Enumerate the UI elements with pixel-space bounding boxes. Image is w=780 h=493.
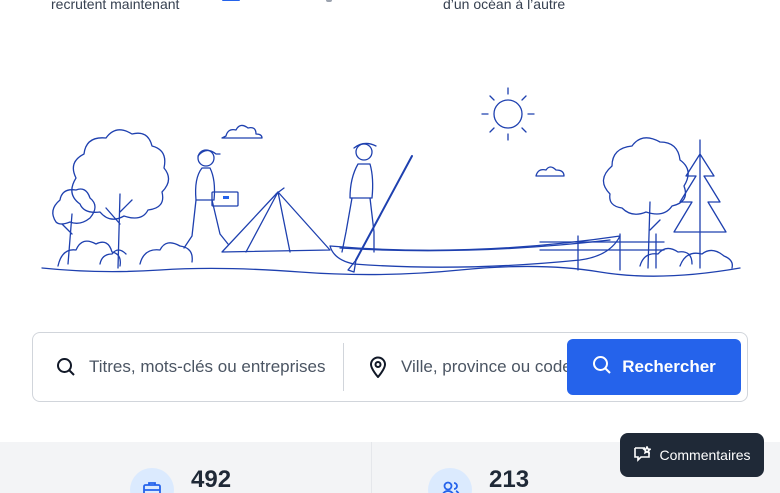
jobs-count: 492 xyxy=(191,466,232,493)
feedback-label: Commentaires xyxy=(659,447,751,463)
field-divider xyxy=(343,343,344,391)
coast-to-coast-text: d’un océan à l’autre xyxy=(443,0,566,12)
camping-illustration xyxy=(41,87,741,277)
link-fragment xyxy=(222,0,240,1)
briefcase-icon xyxy=(130,468,174,493)
feedback-button[interactable]: Commentaires xyxy=(620,433,764,477)
search-button-label: Rechercher xyxy=(622,357,716,376)
search-icon xyxy=(592,355,612,380)
location-input[interactable] xyxy=(401,357,567,377)
hiring-now-text: recrutent maintenant xyxy=(51,0,180,12)
top-partial-text: recrutent maintenant d’un océan à l’autr… xyxy=(0,0,780,20)
feedback-icon xyxy=(633,444,653,465)
what-field xyxy=(33,333,343,401)
search-icon xyxy=(55,356,77,378)
stats-divider xyxy=(371,442,372,493)
search-button[interactable]: Rechercher xyxy=(567,339,741,395)
keywords-input[interactable] xyxy=(89,357,343,377)
job-search-bar: Rechercher xyxy=(32,332,748,402)
text-fragment xyxy=(326,0,332,2)
where-field xyxy=(345,333,567,401)
location-pin-icon xyxy=(367,356,389,378)
employers-count: 213 xyxy=(489,466,530,493)
users-icon xyxy=(428,468,472,493)
